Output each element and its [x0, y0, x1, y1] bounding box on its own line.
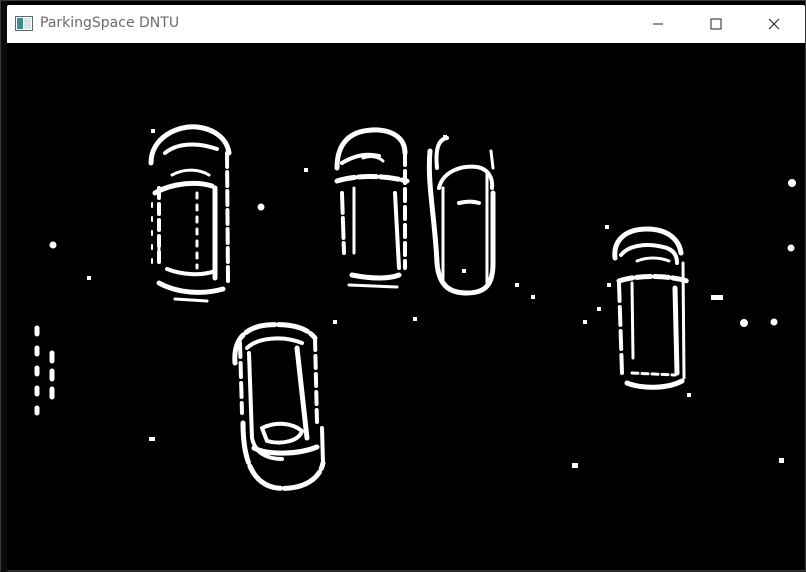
- car-outline: [612, 226, 690, 390]
- close-button[interactable]: [745, 5, 803, 43]
- maximize-icon: [710, 18, 722, 30]
- close-icon: [768, 18, 780, 30]
- parking-lot-edge-image: [34, 124, 796, 491]
- app-window: ParkingSpace DNTU: [0, 0, 806, 572]
- minimize-icon: [653, 23, 663, 25]
- car-outline: [426, 136, 496, 296]
- minimize-button[interactable]: [629, 5, 687, 43]
- car-outline: [232, 322, 326, 491]
- edge-detection-canvas: [7, 43, 805, 569]
- title-bar[interactable]: ParkingSpace DNTU: [7, 5, 805, 43]
- curb-fragments: [34, 325, 55, 416]
- maximize-button[interactable]: [687, 5, 745, 43]
- car-outline: [148, 124, 232, 303]
- window-title: ParkingSpace DNTU: [40, 15, 180, 31]
- car-outline: [334, 127, 410, 289]
- app-window-icon: [15, 16, 33, 31]
